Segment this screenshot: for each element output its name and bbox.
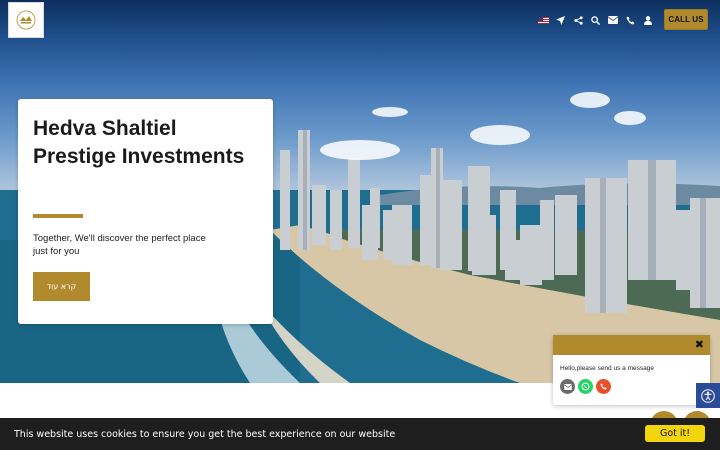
user-icon[interactable] <box>640 10 658 30</box>
phone-icon[interactable] <box>622 10 640 30</box>
title-divider <box>33 214 83 218</box>
accept-cookies-button[interactable]: Got it! <box>645 425 705 442</box>
header-icon-bar <box>535 10 658 30</box>
accessibility-button[interactable] <box>696 383 720 408</box>
call-us-button[interactable]: CALL US <box>664 9 708 30</box>
hero-subtitle: Together, We'll discover the perfect pla… <box>33 233 206 257</box>
share-icon[interactable] <box>570 10 588 30</box>
search-icon[interactable] <box>587 10 605 30</box>
envelope-icon[interactable] <box>605 10 623 30</box>
phone-contact-icon[interactable] <box>596 379 611 394</box>
cookie-message: This website uses cookies to ensure you … <box>14 429 396 440</box>
email-contact-icon[interactable] <box>560 379 575 394</box>
whatsapp-icon[interactable] <box>578 379 593 394</box>
chat-widget: ✖ Hello,please send us a message <box>553 335 710 405</box>
cookie-banner: This website uses cookies to ensure you … <box>0 418 720 450</box>
hero-card: Hedva Shaltiel Prestige Investments Toge… <box>18 99 273 324</box>
chat-contact-options <box>560 379 611 394</box>
close-icon[interactable]: ✖ <box>695 338 704 352</box>
us-flag-icon[interactable] <box>535 10 553 30</box>
chat-message: Hello,please send us a message <box>560 365 654 372</box>
company-logo[interactable] <box>8 2 44 38</box>
hero-title: Hedva Shaltiel Prestige Investments <box>33 117 245 168</box>
read-more-button[interactable]: קרא עוד <box>33 272 90 301</box>
chat-header: ✖ <box>553 335 710 355</box>
logo-emblem-icon <box>16 10 36 30</box>
navigation-arrow-icon[interactable] <box>552 10 570 30</box>
accessibility-icon <box>701 388 715 403</box>
